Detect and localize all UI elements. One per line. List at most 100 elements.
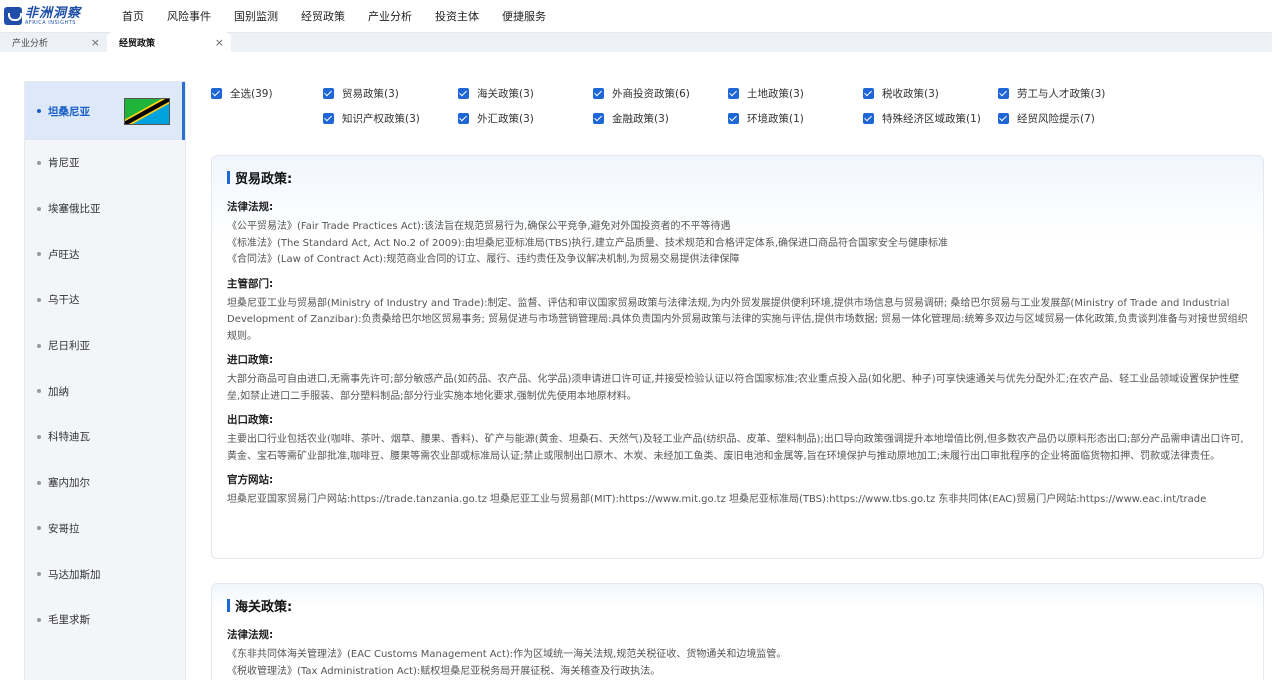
country-item-kenya[interactable]: 肯尼亚 — [25, 140, 185, 186]
filter-forex-policy[interactable]: 外汇政策(3) — [458, 111, 593, 126]
checkbox-checked-icon[interactable] — [211, 88, 222, 99]
title-accent-bar — [227, 171, 230, 184]
country-item-ghana[interactable]: 加纳 — [25, 368, 185, 414]
checkbox-checked-icon[interactable] — [593, 88, 604, 99]
country-item-madagascar[interactable]: 马达加斯加 — [25, 551, 185, 597]
import-text: 大部分商品可自由进口,无需事先许可;部分敏感产品(如药品、农产品、化学品)须申请… — [227, 374, 1240, 402]
nav-services[interactable]: 便捷服务 — [502, 8, 546, 24]
checkbox-checked-icon[interactable] — [998, 88, 1009, 99]
country-label: 毛里求斯 — [48, 614, 90, 627]
section-title: 官方网站: — [227, 474, 274, 486]
filter-customs-policy[interactable]: 海关政策(3) — [458, 86, 593, 101]
country-sidebar: 坦桑尼亚 肯尼亚 埃塞俄比亚 卢旺达 乌干达 尼日利亚 加纳 科特迪瓦 塞内加尔… — [24, 81, 186, 680]
tab-industry-analysis[interactable]: 产业分析 × — [0, 32, 107, 52]
checkbox-checked-icon[interactable] — [998, 113, 1009, 124]
country-item-mauritius[interactable]: 毛里求斯 — [25, 597, 185, 643]
app-logo[interactable]: 非洲洞察 AFRICA INSIGHTS — [4, 7, 106, 26]
country-label: 加纳 — [48, 385, 69, 398]
tab-strip: 产业分析 × 经贸政策 × — [0, 32, 1272, 52]
logo-icon — [4, 7, 22, 25]
country-label: 肯尼亚 — [48, 157, 80, 170]
country-item-tanzania[interactable]: 坦桑尼亚 — [25, 82, 185, 140]
nav-trade-policy[interactable]: 经贸政策 — [301, 8, 345, 24]
bullet-icon — [37, 389, 41, 394]
bullet-icon — [37, 617, 41, 622]
filter-label: 特殊经济区域政策(1) — [882, 113, 981, 125]
tab-label: 产业分析 — [12, 38, 49, 49]
filter-foreign-investment-policy[interactable]: 外商投资政策(6) — [593, 86, 728, 101]
country-item-uganda[interactable]: 乌干达 — [25, 277, 185, 323]
checkbox-checked-icon[interactable] — [323, 113, 334, 124]
filter-label: 海关政策(3) — [477, 88, 534, 100]
export-text: 主要出口行业包括农业(咖啡、茶叶、烟草、腰果、香料)、矿产与能源(黄金、坦桑石、… — [227, 434, 1244, 462]
card-title: 贸易政策: — [227, 168, 1248, 187]
dept-text: 坦桑尼亚工业与贸易部(Ministry of Industry and Trad… — [227, 297, 1248, 342]
checkbox-checked-icon[interactable] — [728, 88, 739, 99]
country-item-ethiopia[interactable]: 埃塞俄比亚 — [25, 186, 185, 232]
country-item-senegal[interactable]: 塞内加尔 — [25, 460, 185, 506]
customs-policy-card: 海关政策: 法律法规: 《东非共同体海关管理法》(EAC Customs Man… — [211, 583, 1264, 680]
law-item: 《东非共同体海关管理法》(EAC Customs Management Act)… — [227, 649, 787, 660]
tab-label: 经贸政策 — [119, 38, 156, 49]
law-list: 《东非共同体海关管理法》(EAC Customs Management Act)… — [227, 647, 1248, 680]
filter-finance-policy[interactable]: 金融政策(3) — [593, 111, 728, 126]
filter-labor-policy[interactable]: 劳工与人才政策(3) — [998, 86, 1133, 101]
bullet-icon — [37, 109, 41, 113]
country-label: 安哥拉 — [48, 522, 80, 535]
country-label: 尼日利亚 — [48, 340, 90, 353]
checkbox-checked-icon[interactable] — [863, 88, 874, 99]
checkbox-checked-icon[interactable] — [458, 88, 469, 99]
filter-label: 经贸风险提示(7) — [1017, 113, 1095, 125]
top-navbar: 非洲洞察 AFRICA INSIGHTS 首页 风险事件 国别监测 经贸政策 产… — [0, 0, 1272, 32]
bullet-icon — [37, 297, 41, 302]
trade-policy-card: 贸易政策: 法律法规: 《公平贸易法》(Fair Trade Practices… — [211, 155, 1264, 559]
checkbox-checked-icon[interactable] — [458, 113, 469, 124]
filter-label: 环境政策(1) — [747, 113, 804, 125]
law-item: 《标准法》(The Standard Act, Act No.2 of 2009… — [227, 237, 949, 249]
logo-subtext: AFRICA INSIGHTS — [25, 19, 76, 26]
close-icon[interactable]: × — [215, 36, 224, 49]
tab-trade-policy[interactable]: 经贸政策 × — [107, 32, 231, 52]
filter-label: 全选(39) — [230, 88, 273, 100]
country-item-nigeria[interactable]: 尼日利亚 — [25, 323, 185, 369]
filter-tax-policy[interactable]: 税收政策(3) — [863, 86, 998, 101]
nav-risk-events[interactable]: 风险事件 — [167, 8, 211, 24]
nav-industry-analysis[interactable]: 产业分析 — [368, 8, 412, 24]
checkbox-checked-icon[interactable] — [593, 113, 604, 124]
bullet-icon — [37, 434, 41, 439]
country-label: 埃塞俄比亚 — [48, 203, 101, 216]
law-item: 《公平贸易法》(Fair Trade Practices Act):该法旨在规范… — [227, 221, 731, 232]
checkbox-checked-icon[interactable] — [863, 113, 874, 124]
filter-environment-policy[interactable]: 环境政策(1) — [728, 111, 863, 126]
country-label: 塞内加尔 — [48, 477, 90, 490]
title-accent-bar — [227, 599, 230, 612]
country-item-rwanda[interactable]: 卢旺达 — [25, 231, 185, 277]
bullet-icon — [37, 526, 41, 531]
filter-label: 知识产权政策(3) — [342, 113, 420, 125]
nav-home[interactable]: 首页 — [122, 8, 144, 24]
checkbox-checked-icon[interactable] — [323, 88, 334, 99]
filter-sez-policy[interactable]: 特殊经济区域政策(1) — [863, 111, 998, 126]
law-item: 《税收管理法》(Tax Administration Act):赋权坦桑尼亚税务… — [227, 665, 661, 677]
filter-trade-policy[interactable]: 贸易政策(3) — [323, 86, 458, 101]
country-label: 科特迪瓦 — [48, 431, 90, 444]
nav-investment-entities[interactable]: 投资主体 — [435, 8, 479, 24]
country-item-cote-divoire[interactable]: 科特迪瓦 — [25, 414, 185, 460]
filter-label: 外汇政策(3) — [477, 113, 534, 125]
checkbox-checked-icon[interactable] — [728, 113, 739, 124]
country-label: 卢旺达 — [48, 248, 80, 261]
close-icon[interactable]: × — [91, 36, 100, 49]
filter-risk-alert[interactable]: 经贸风险提示(7) — [998, 111, 1133, 126]
filter-land-policy[interactable]: 土地政策(3) — [728, 86, 863, 101]
main-content: 坦桑尼亚 肯尼亚 埃塞俄比亚 卢旺达 乌干达 尼日利亚 加纳 科特迪瓦 塞内加尔… — [0, 52, 1272, 680]
nav-country-monitor[interactable]: 国别监测 — [234, 8, 278, 24]
filter-label: 外商投资政策(6) — [612, 88, 690, 100]
section-title: 法律法规: — [227, 629, 274, 641]
law-list: 《公平贸易法》(Fair Trade Practices Act):该法旨在规范… — [227, 219, 1248, 269]
filter-ip-policy[interactable]: 知识产权政策(3) — [323, 111, 458, 126]
country-label: 坦桑尼亚 — [48, 105, 90, 118]
bullet-icon — [37, 480, 41, 485]
policy-filters: 全选(39) 贸易政策(3) 海关政策(3) 外商投资政策(6) 土地政策(3)… — [211, 81, 1221, 131]
filter-select-all[interactable]: 全选(39) — [211, 86, 323, 101]
country-item-angola[interactable]: 安哥拉 — [25, 506, 185, 552]
